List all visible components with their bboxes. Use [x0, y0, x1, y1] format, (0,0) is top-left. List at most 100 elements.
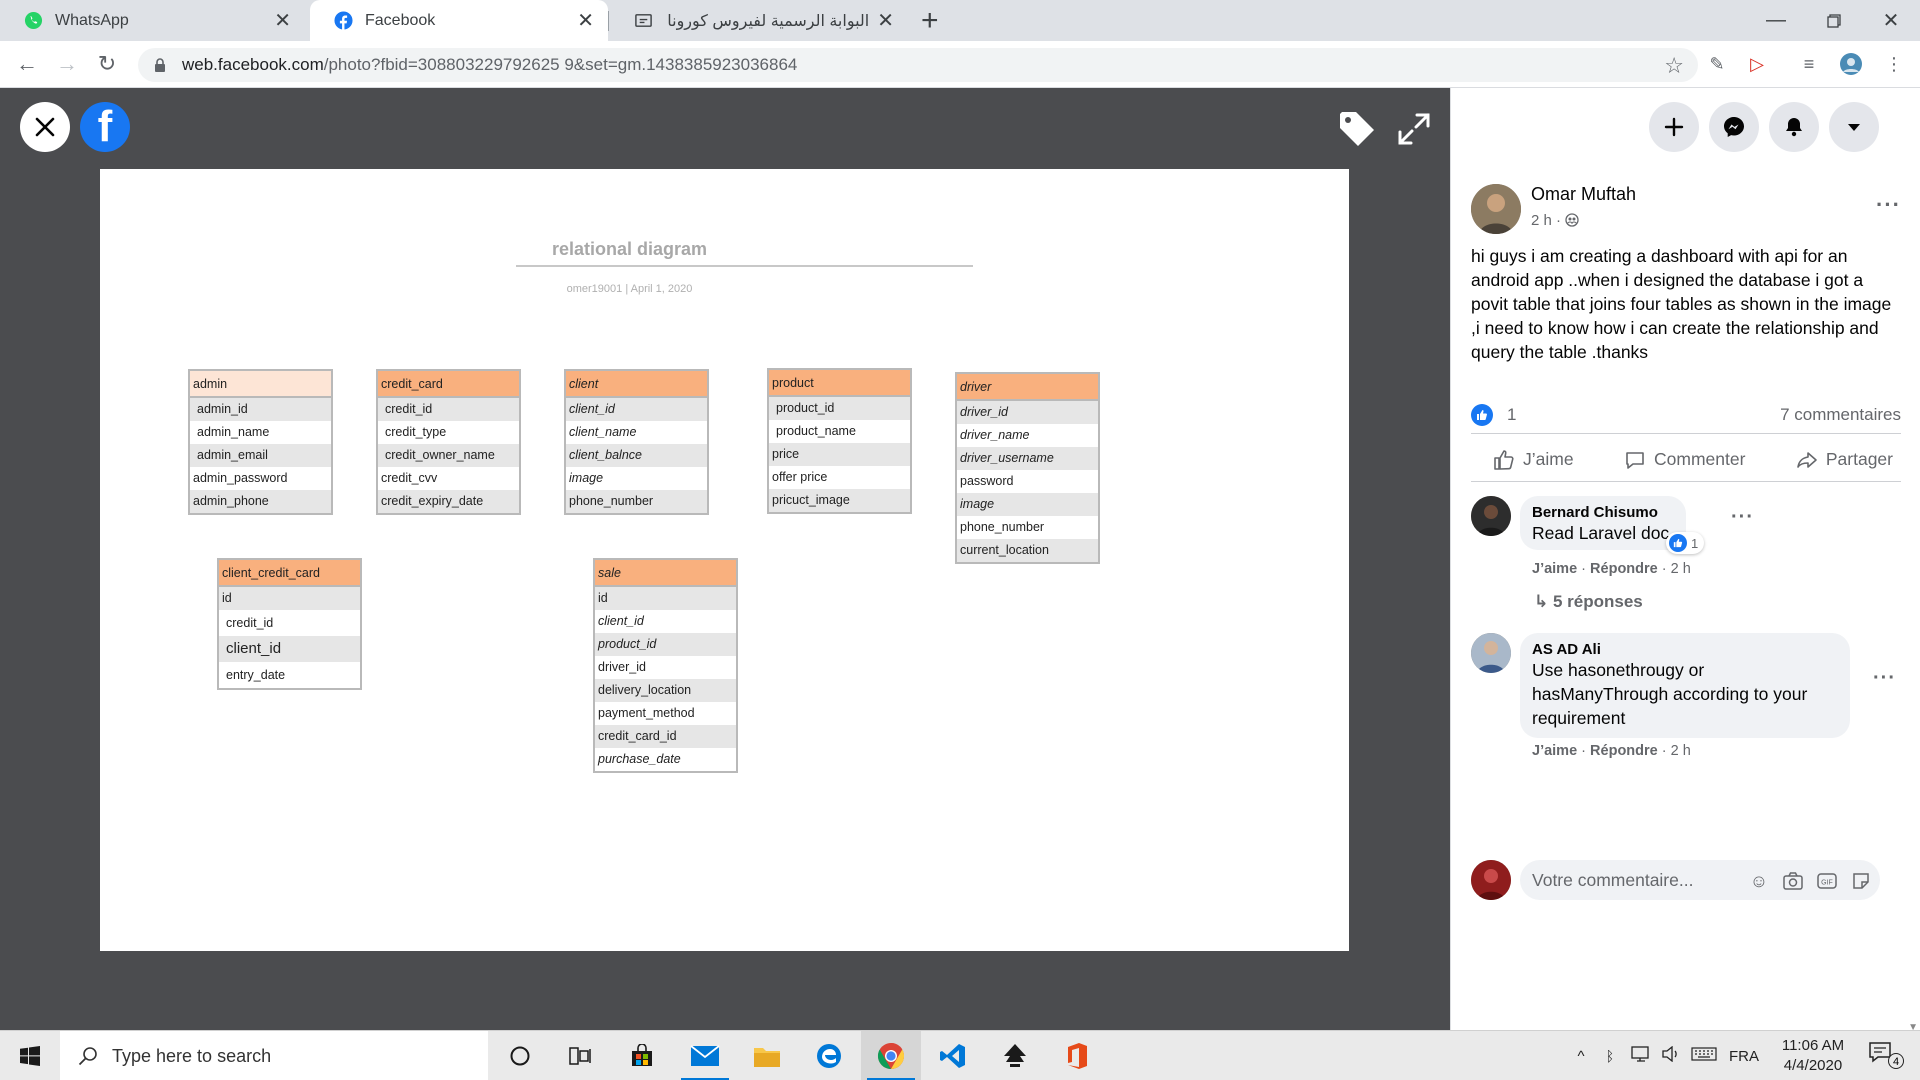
address-bar[interactable]: web.facebook.com/photo?fbid=308803229792…	[138, 48, 1698, 82]
eyedropper-extension-icon[interactable]: ✎	[1705, 52, 1729, 76]
avatar[interactable]	[1471, 496, 1511, 536]
task-view-icon[interactable]	[550, 1031, 610, 1080]
share-button[interactable]: Partager	[1796, 449, 1893, 471]
cortana-icon[interactable]	[490, 1031, 550, 1080]
comment-time[interactable]: 2 h	[1671, 743, 1691, 759]
sticker-icon[interactable]	[1850, 870, 1872, 892]
table-driver: driver driver_id driver_name driver_user…	[955, 372, 1100, 564]
avatar[interactable]	[1471, 184, 1521, 234]
tab-strip: WhatsApp ✕ Facebook ✕ البوابة الرسمية لف…	[0, 0, 1920, 41]
close-icon[interactable]: ✕	[577, 8, 594, 33]
table-field: credit_expiry_date	[378, 490, 519, 513]
avatar[interactable]	[1471, 633, 1511, 673]
view-replies-link[interactable]: ↳ 5 réponses	[1534, 592, 1643, 612]
comment-bubble: Bernard Chisumo Read Laravel doc	[1520, 496, 1686, 550]
network-icon[interactable]	[1626, 1046, 1656, 1066]
table-field: driver_id	[957, 401, 1098, 424]
restore-icon[interactable]	[1805, 0, 1863, 41]
edge-icon[interactable]	[799, 1031, 859, 1080]
post-time[interactable]: 2 h ·	[1531, 212, 1561, 229]
comment-author[interactable]: Bernard Chisumo	[1532, 504, 1674, 521]
messenger-button[interactable]	[1709, 102, 1759, 152]
taskbar-search[interactable]: Type here to search	[60, 1031, 488, 1080]
table-field: image	[957, 493, 1098, 516]
comment-author[interactable]: AS AD Ali	[1532, 641, 1838, 658]
minimize-icon[interactable]: —	[1747, 0, 1805, 41]
tray-overflow-icon[interactable]: ^	[1568, 1048, 1594, 1065]
tab-facebook[interactable]: Facebook ✕	[310, 0, 608, 41]
file-explorer-icon[interactable]	[737, 1031, 797, 1080]
facebook-logo[interactable]: f	[80, 102, 130, 152]
composer-tools: ☺ GIF	[1748, 870, 1872, 892]
messenger-icon	[1724, 117, 1744, 137]
tag-icon[interactable]	[1336, 108, 1378, 150]
tab-whatsapp[interactable]: WhatsApp ✕	[0, 0, 305, 41]
create-button[interactable]	[1649, 102, 1699, 152]
emoji-icon[interactable]: ☺	[1748, 870, 1770, 892]
back-icon[interactable]: ←	[12, 49, 42, 79]
playlist-extension-icon[interactable]: ≡	[1797, 52, 1821, 76]
post-more-icon[interactable]: ···	[1876, 192, 1901, 218]
table-field: credit_id	[226, 616, 274, 630]
new-tab-button[interactable]: +	[921, 4, 939, 38]
table-field: image	[569, 471, 604, 485]
profile-avatar[interactable]	[1839, 52, 1863, 76]
notification-count: 4	[1888, 1053, 1904, 1069]
table-field: client_id	[219, 636, 360, 662]
comment-count[interactable]: 7 commentaires	[1780, 405, 1901, 425]
tab-title: البوابة الرسمية لفيروس كورونا بالمملكة	[665, 12, 870, 30]
chrome-menu-icon[interactable]: ⋮	[1882, 52, 1906, 76]
bluetooth-tray-icon[interactable]: ᛒ	[1594, 1048, 1626, 1064]
taskbar-clock[interactable]: 11:06 AM 4/4/2020	[1768, 1036, 1858, 1076]
windows-logo-icon	[20, 1046, 40, 1066]
fullscreen-icon[interactable]	[1397, 112, 1431, 146]
close-icon[interactable]: ✕	[274, 8, 291, 33]
post-author[interactable]: Omar Muftah	[1531, 184, 1636, 205]
close-viewer-button[interactable]	[20, 102, 70, 152]
table-field: credit_owner_name	[378, 444, 519, 467]
comment-like-link[interactable]: J’aime	[1532, 743, 1577, 759]
mail-icon[interactable]	[675, 1031, 735, 1080]
forward-icon[interactable]: →	[52, 49, 82, 79]
language-indicator[interactable]: FRA	[1722, 1048, 1766, 1065]
comment-more-icon[interactable]: ···	[1731, 506, 1754, 529]
vscode-icon[interactable]	[923, 1031, 983, 1080]
gif-icon[interactable]: GIF	[1816, 870, 1838, 892]
avatar[interactable]	[1471, 860, 1511, 900]
comment-like-link[interactable]: J’aime	[1532, 561, 1577, 577]
action-center-button[interactable]: 4	[1868, 1041, 1908, 1071]
table-field: client_id	[566, 398, 707, 421]
comment-reply-link[interactable]: Répondre	[1590, 743, 1658, 759]
comment-time[interactable]: 2 h	[1671, 561, 1691, 577]
table-field: offer price	[772, 470, 828, 484]
inkscape-icon[interactable]	[985, 1031, 1045, 1080]
comment-input-placeholder: Votre commentaire...	[1532, 870, 1694, 890]
comment-more-icon[interactable]: ···	[1873, 667, 1896, 690]
video-extension-icon[interactable]: ▷	[1745, 52, 1769, 76]
store-icon[interactable]	[612, 1031, 672, 1080]
office-icon[interactable]	[1047, 1031, 1107, 1080]
comment-reply-link[interactable]: Répondre	[1590, 561, 1658, 577]
table-field: purchase_date	[598, 752, 681, 766]
account-menu-button[interactable]	[1829, 102, 1879, 152]
comment-input[interactable]: Votre commentaire... ☺ GIF	[1520, 860, 1880, 900]
table-field: current_location	[957, 539, 1098, 562]
comment-button[interactable]: Commenter	[1624, 449, 1745, 471]
bookmark-star-icon[interactable]: ☆	[1664, 53, 1684, 79]
keyboard-icon[interactable]	[1686, 1047, 1722, 1065]
reload-icon[interactable]: ↻	[92, 49, 122, 79]
close-icon[interactable]: ✕	[877, 8, 894, 33]
comment-reaction-badge[interactable]: 1	[1666, 532, 1705, 554]
volume-icon[interactable]	[1656, 1045, 1686, 1066]
like-reaction-icon[interactable]	[1471, 404, 1493, 426]
like-count[interactable]: 1	[1507, 405, 1516, 425]
camera-icon[interactable]	[1782, 870, 1804, 892]
comment-item: Bernard Chisumo Read Laravel doc 1 ··· J…	[1471, 496, 1901, 616]
window-close-icon[interactable]: ✕	[1862, 0, 1920, 41]
table-field: credit_id	[378, 398, 519, 421]
tab-corona-portal[interactable]: البوابة الرسمية لفيروس كورونا بالمملكة ✕	[610, 0, 908, 41]
start-button[interactable]	[0, 1031, 60, 1080]
like-button[interactable]: J’aime	[1493, 449, 1574, 471]
notifications-button[interactable]	[1769, 102, 1819, 152]
chrome-icon[interactable]	[861, 1031, 921, 1080]
